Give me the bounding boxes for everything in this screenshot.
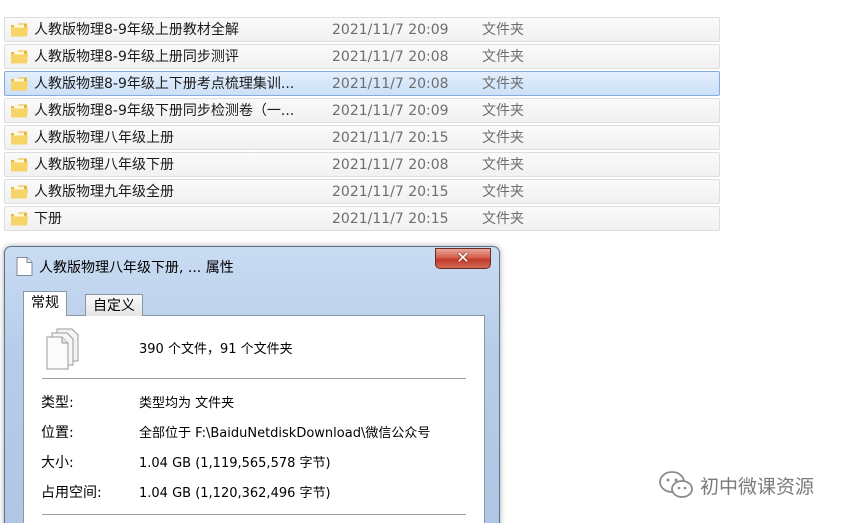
file-name: 人教版物理八年级下册 — [34, 157, 174, 173]
watermark-text: 初中微课资源 — [700, 475, 815, 498]
file-row[interactable]: 人教版物理九年级全册 2021/11/7 20:15 文件夹 — [4, 179, 720, 204]
file-icon — [16, 257, 33, 276]
file-name: 人教版物理8-9年级下册同步检测卷（一... — [34, 103, 295, 119]
file-name: 人教版物理8-9年级上册教材全解 — [34, 22, 239, 38]
folder-icon — [11, 104, 28, 118]
folder-icon — [11, 77, 28, 91]
file-list: 人教版物理8-9年级上册教材全解 2021/11/7 20:09 文件夹 人教版… — [4, 17, 720, 233]
screenshot-stage: 人教版物理8-9年级上册教材全解 2021/11/7 20:09 文件夹 人教版… — [0, 0, 856, 523]
file-date: 2021/11/7 20:09 — [332, 103, 449, 119]
file-row[interactable]: 下册 2021/11/7 20:15 文件夹 — [4, 206, 720, 231]
file-date: 2021/11/7 20:09 — [332, 22, 449, 38]
file-date: 2021/11/7 20:08 — [332, 76, 449, 92]
folder-icon — [11, 158, 28, 172]
watermark: 初中微课资源 — [658, 470, 814, 500]
file-type: 文件夹 — [482, 211, 524, 227]
file-type: 文件夹 — [482, 184, 524, 200]
folder-icon — [11, 212, 28, 226]
dialog-title: 人教版物理八年级下册, ... 属性 — [39, 260, 234, 276]
file-name: 人教版物理8-9年级上册同步测评 — [34, 49, 239, 65]
file-type: 文件夹 — [482, 49, 524, 65]
file-type: 文件夹 — [482, 130, 524, 146]
folder-icon — [11, 50, 28, 64]
file-row[interactable]: 人教版物理8-9年级上册教材全解 2021/11/7 20:09 文件夹 — [4, 17, 720, 42]
file-date: 2021/11/7 20:08 — [332, 157, 449, 173]
file-row[interactable]: 人教版物理8-9年级上册同步测评 2021/11/7 20:08 文件夹 — [4, 44, 720, 69]
size-on-disk-label: 占用空间: — [41, 485, 102, 501]
file-type: 文件夹 — [482, 157, 524, 173]
file-count-summary: 390 个文件，91 个文件夹 — [139, 342, 293, 357]
file-date: 2021/11/7 20:15 — [332, 184, 449, 200]
size-on-disk-value: 1.04 GB (1,120,362,496 字节) — [139, 486, 331, 501]
divider — [42, 514, 466, 515]
file-date: 2021/11/7 20:15 — [332, 130, 449, 146]
divider — [42, 378, 466, 379]
close-button[interactable]: ✕ — [435, 248, 491, 269]
file-name: 下册 — [34, 211, 62, 227]
general-tab-panel: 390 个文件，91 个文件夹 类型: 类型均为 文件夹 位置: 全部位于 F:… — [23, 315, 485, 523]
location-label: 位置: — [41, 425, 74, 441]
location-value: 全部位于 F:\BaiduNetdiskDownload\微信公众号 — [139, 426, 431, 441]
file-name: 人教版物理八年级上册 — [34, 130, 174, 146]
file-row[interactable]: 人教版物理八年级下册 2021/11/7 20:08 文件夹 — [4, 152, 720, 177]
multiple-files-icon — [46, 328, 79, 370]
file-row[interactable]: 人教版物理8-9年级下册同步检测卷（一... 2021/11/7 20:09 文… — [4, 98, 720, 123]
folder-icon — [11, 131, 28, 145]
size-value: 1.04 GB (1,119,565,578 字节) — [139, 456, 331, 471]
file-name: 人教版物理8-9年级上下册考点梳理集训... — [34, 76, 295, 92]
file-row[interactable]: 人教版物理八年级上册 2021/11/7 20:15 文件夹 — [4, 125, 720, 150]
size-label: 大小: — [41, 455, 74, 471]
folder-icon — [11, 23, 28, 37]
properties-dialog: 人教版物理八年级下册, ... 属性 ✕ 常规 自定义 390 个文件，91 个… — [4, 246, 500, 523]
file-row-selected[interactable]: 人教版物理8-9年级上下册考点梳理集训... 2021/11/7 20:08 文… — [4, 71, 720, 96]
type-value: 类型均为 文件夹 — [139, 396, 235, 411]
file-type: 文件夹 — [482, 22, 524, 38]
wechat-icon — [659, 471, 693, 498]
file-date: 2021/11/7 20:08 — [332, 49, 449, 65]
type-label: 类型: — [41, 395, 74, 411]
tab-custom[interactable]: 自定义 — [85, 294, 143, 316]
file-name: 人教版物理九年级全册 — [34, 184, 174, 200]
file-type: 文件夹 — [482, 103, 524, 119]
tab-general[interactable]: 常规 — [23, 291, 67, 316]
file-date: 2021/11/7 20:15 — [332, 211, 449, 227]
file-type: 文件夹 — [482, 76, 524, 92]
folder-icon — [11, 185, 28, 199]
